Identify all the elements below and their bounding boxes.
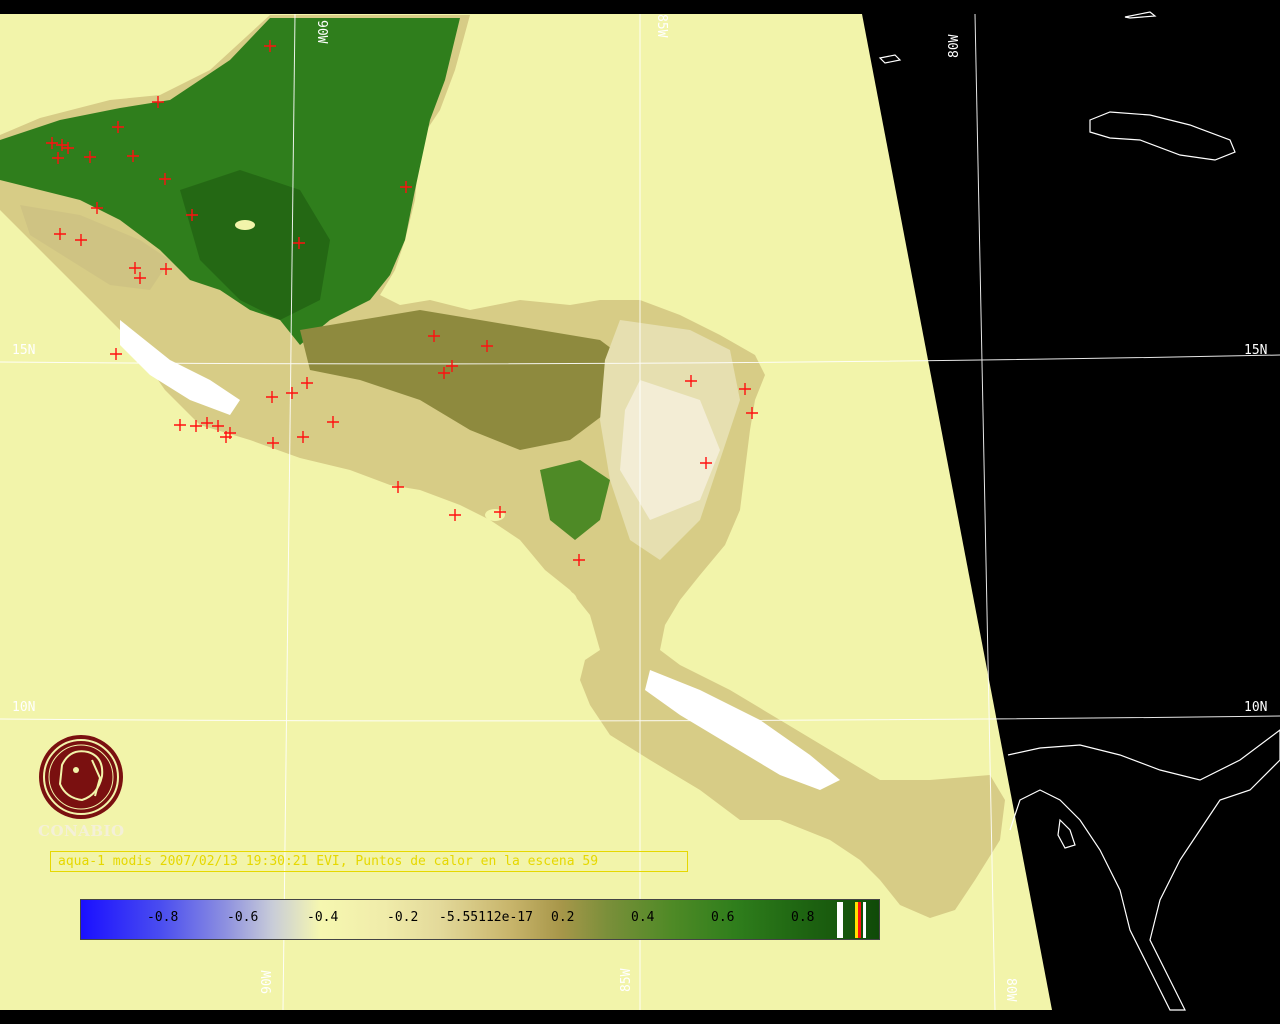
lon-label-top-90w: 90W	[314, 20, 329, 44]
colorbar-label: -5.55112e-17	[439, 910, 533, 925]
lon-label-top-80w: 80W	[947, 34, 962, 58]
conabio-logo-icon	[39, 735, 123, 819]
colorbar-label: -0.6	[227, 910, 259, 925]
colorbar-label: 0.6	[711, 910, 735, 925]
lon-label-bottom-90w: 90W	[260, 970, 275, 994]
colorbar-cloud-swatch	[837, 902, 843, 938]
lat-label-right-10n: 10N	[1244, 700, 1267, 715]
lat-label-left-15n: 15N	[12, 343, 35, 358]
colorbar-label: -0.8	[147, 910, 179, 925]
colorbar-label: 0.8	[791, 910, 815, 925]
colorbar-label: 0.4	[631, 910, 655, 925]
colorbar-label: -0.2	[387, 910, 419, 925]
lat-label-left-10n: 10N	[12, 700, 35, 715]
lon-label-top-85w: 85W	[654, 14, 669, 38]
evi-colorbar: -0.8 -0.6 -0.4 -0.2 -5.55112e-17 0.2 0.4…	[80, 899, 880, 940]
colorbar-noscene-swatch	[863, 902, 866, 938]
colorbar-fire-swatch	[858, 902, 861, 938]
scene-caption: aqua-1 modis 2007/02/13 19:30:21 EVI, Pu…	[50, 851, 688, 872]
colorbar-label: -0.4	[307, 910, 339, 925]
lat-label-right-15n: 15N	[1244, 343, 1267, 358]
colorbar-label: 0.2	[551, 910, 575, 925]
conabio-logo-text: CONABIO	[38, 822, 125, 840]
lon-label-bottom-80w: 80W	[1003, 978, 1018, 1002]
lon-label-bottom-85w: 85W	[619, 968, 634, 992]
